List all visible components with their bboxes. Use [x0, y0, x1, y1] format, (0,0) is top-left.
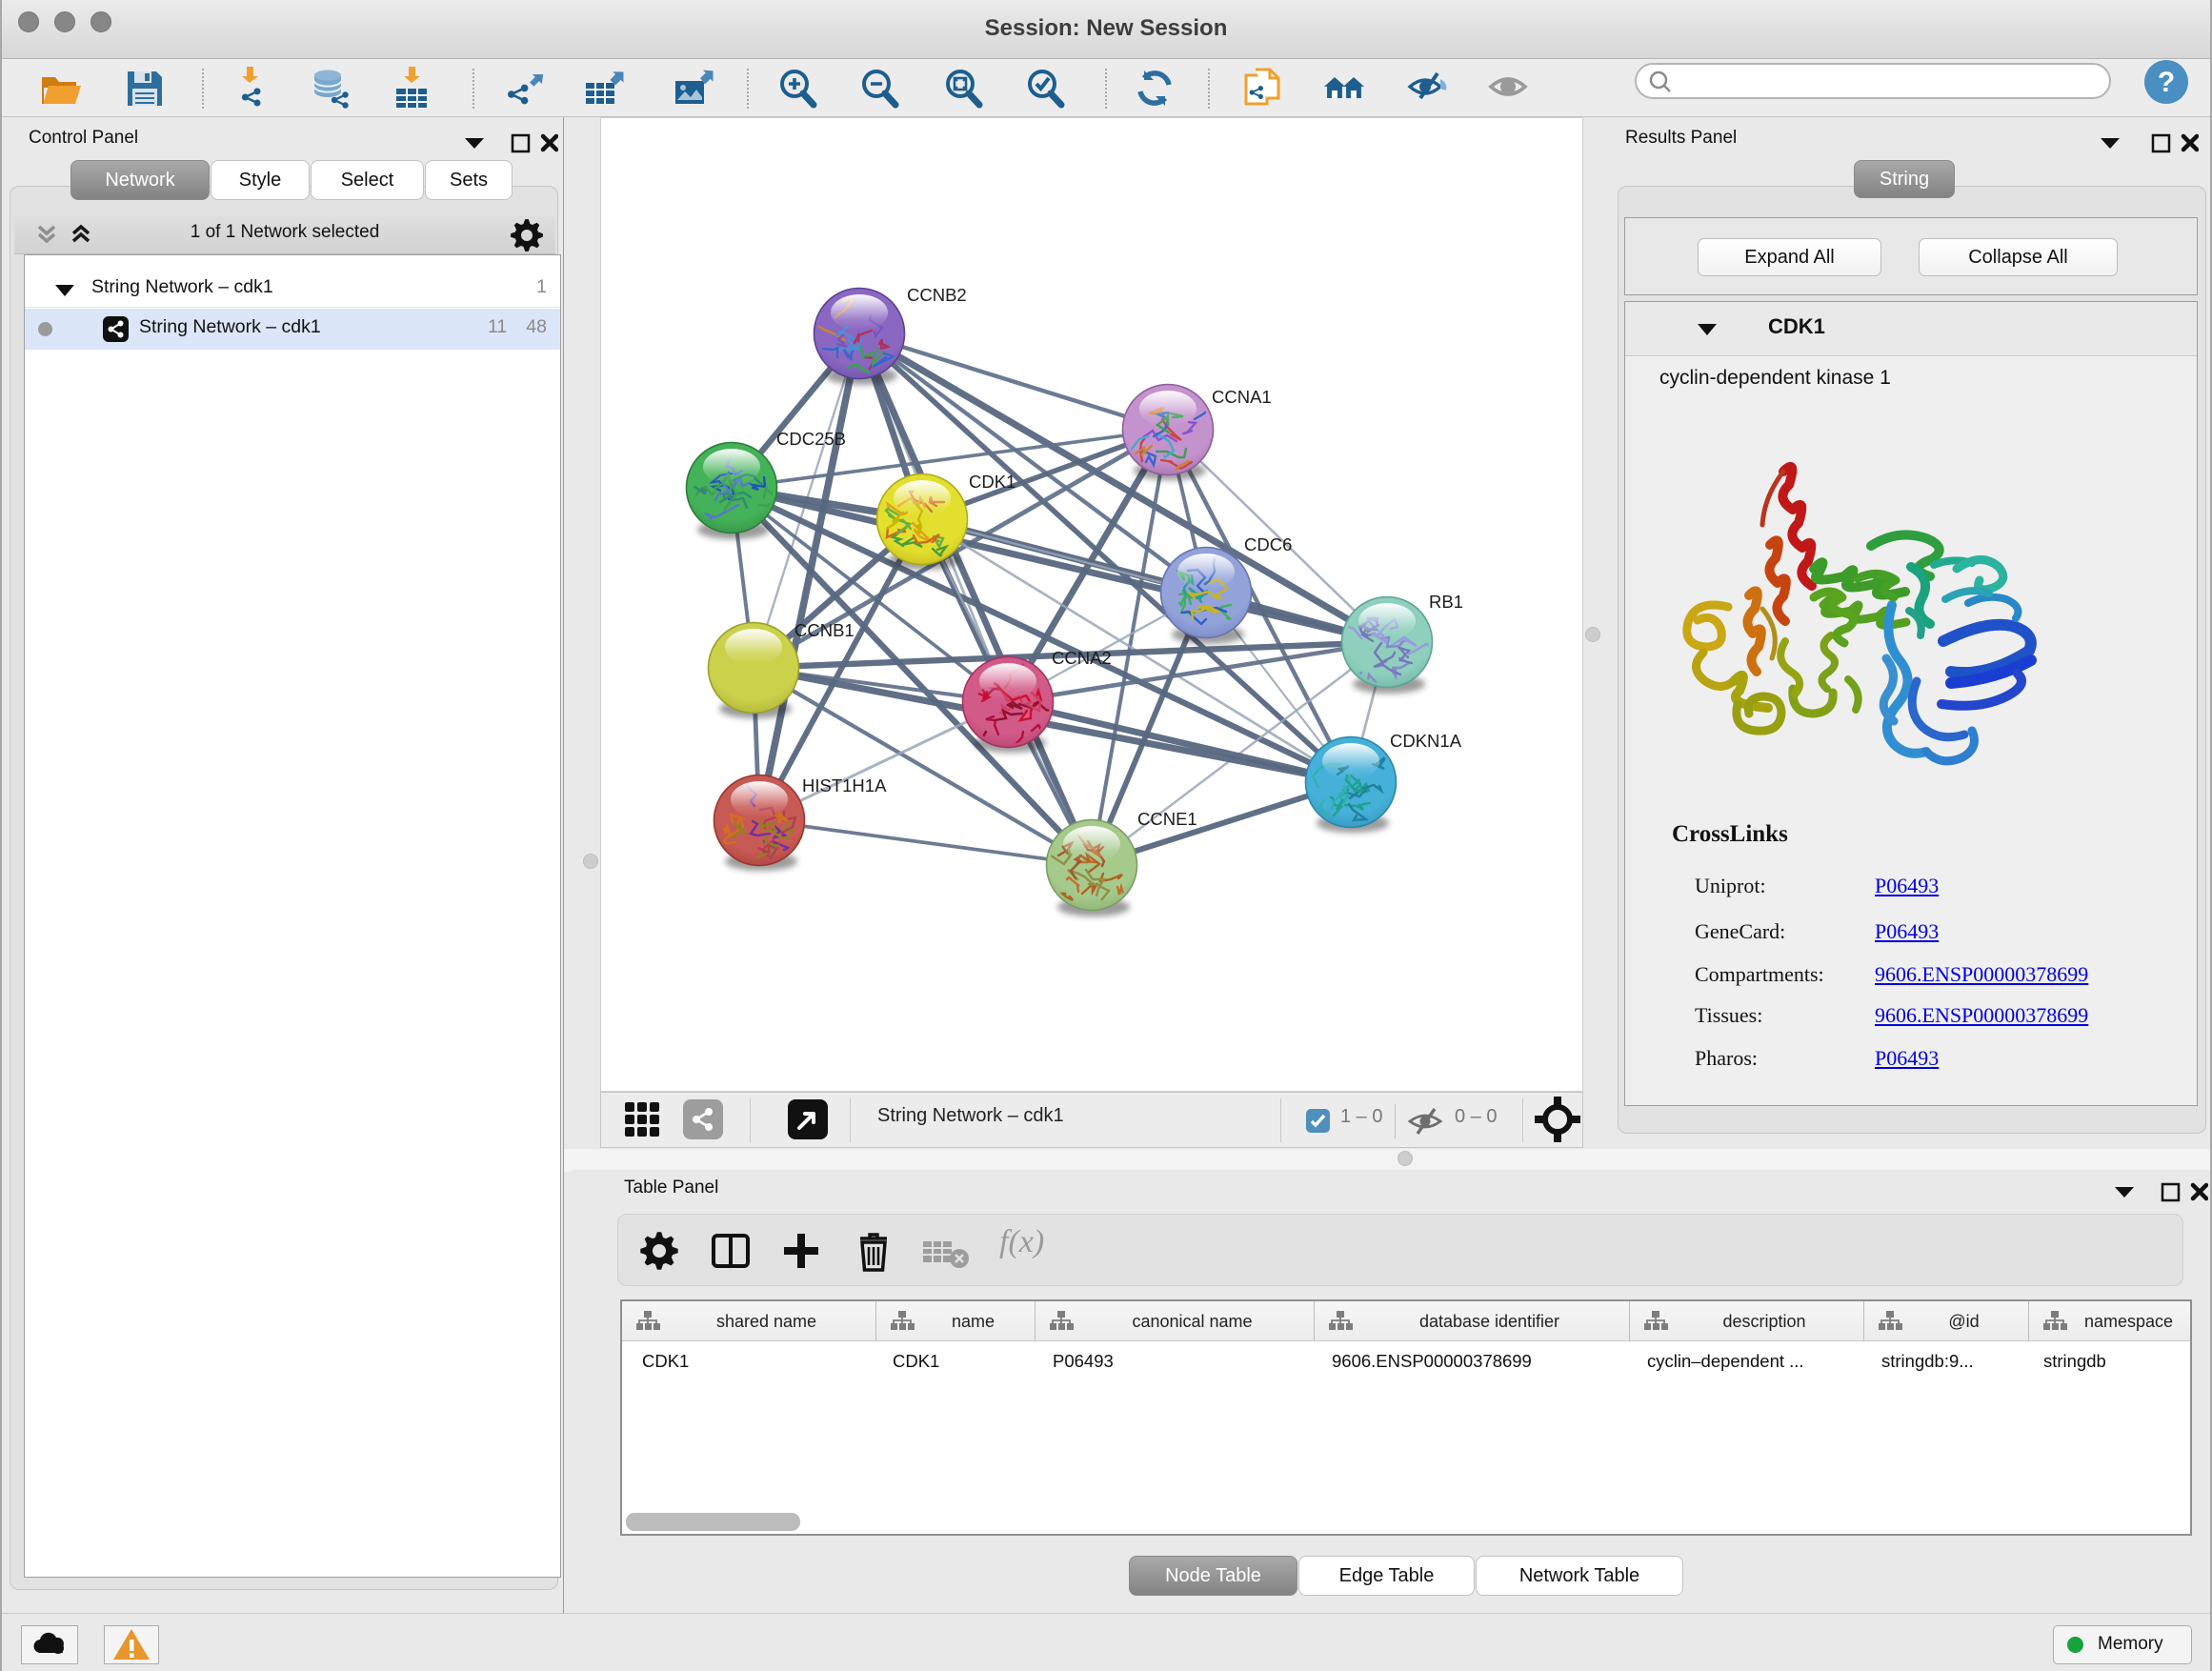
svg-text:CCNA1: CCNA1 — [1212, 387, 1272, 407]
svg-text:HIST1H1A: HIST1H1A — [802, 775, 887, 795]
svg-text:CDC25B: CDC25B — [776, 429, 846, 449]
svg-text:CCNA2: CCNA2 — [1052, 648, 1112, 668]
svg-text:CDC6: CDC6 — [1244, 534, 1292, 554]
svg-text:RB1: RB1 — [1429, 592, 1463, 612]
svg-text:CCNB1: CCNB1 — [794, 620, 855, 640]
svg-text:CCNE1: CCNE1 — [1137, 809, 1197, 829]
svg-text:?: ? — [2158, 67, 2175, 98]
svg-text:CDK1: CDK1 — [969, 472, 1016, 492]
svg-text:CCNB2: CCNB2 — [907, 285, 967, 305]
svg-text:CDKN1A: CDKN1A — [1390, 731, 1462, 751]
